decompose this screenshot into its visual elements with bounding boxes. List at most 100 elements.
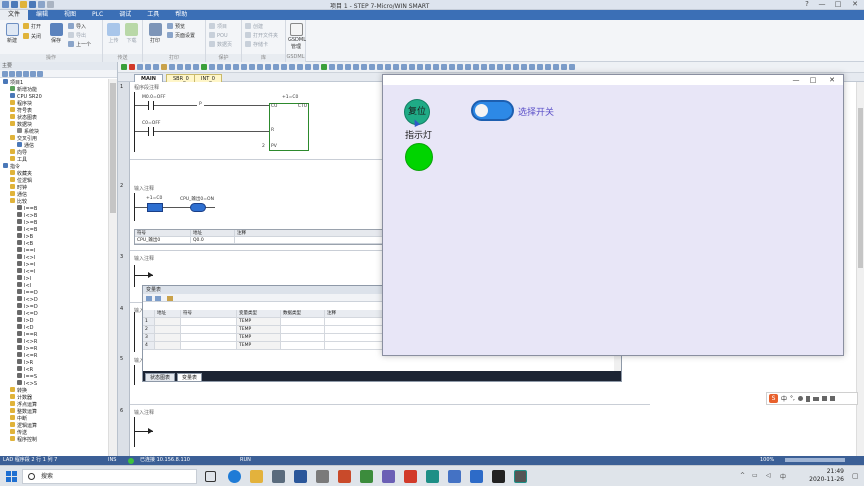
tree-item[interactable]: I<I [17,282,31,289]
ime-language[interactable]: 中 [781,394,787,403]
gsdml-manage-button[interactable]: GSDML 管理 [288,23,306,50]
editor-tool-icon[interactable] [473,64,479,70]
editor-tool-icon[interactable] [137,64,143,70]
editor-tool-icon[interactable] [209,64,215,70]
new-icon[interactable] [11,1,18,8]
print-button[interactable]: 打印 [147,23,163,44]
tree-item[interactable]: I<=I [17,268,35,275]
storage-card-button[interactable]: 存储卡 [245,41,268,48]
sogou-ime-icon[interactable]: S [769,394,778,403]
tree-item[interactable]: I>B [17,233,33,240]
tree-item[interactable]: I>=R [17,345,37,352]
maximize-button[interactable]: □ [806,76,820,84]
protect-pou-button[interactable]: POU [209,32,228,39]
network-icon[interactable]: ▭ [752,472,758,479]
tree-item[interactable]: I<=R [17,352,37,359]
tree-item[interactable]: 交叉引用 [10,135,37,142]
tree-item[interactable]: I==B [17,205,37,212]
toolbox-icon[interactable] [829,396,835,401]
tree-item[interactable]: CPU SR20 [10,93,42,100]
tree-item[interactable]: 计数器 [10,394,32,401]
tree-item[interactable]: I>=B [17,219,37,226]
energized-coil[interactable] [190,203,206,212]
tree-item[interactable]: 传送 [10,429,27,436]
variable-type-cell[interactable]: TEMP [237,342,281,349]
editor-tool-icon[interactable] [161,64,167,70]
previous-button[interactable]: 上一个 [68,41,91,48]
editor-tool-icon[interactable] [233,64,239,70]
tree-item[interactable]: 收藏夹 [10,170,32,177]
editor-tool-icon[interactable] [201,64,207,70]
close-button[interactable]: ✕ [825,76,839,84]
editor-tool-icon[interactable] [345,64,351,70]
editor-tool-icon[interactable] [217,64,223,70]
view-icon[interactable] [16,71,22,77]
microphone-icon[interactable] [805,395,810,402]
editor-tool-icon[interactable] [409,64,415,70]
table-cell[interactable] [181,326,237,333]
pv-value[interactable]: 2 [262,144,265,149]
tree-item[interactable]: I>=D [17,303,38,310]
page-setup-button[interactable]: 页面设置 [167,32,195,39]
collapse-icon[interactable] [9,71,15,77]
tree-item[interactable]: 项目1 [3,79,23,86]
task-view-icon[interactable] [205,471,216,482]
insert-row-icon[interactable] [146,296,152,301]
word-icon[interactable] [294,470,307,483]
tab-int0[interactable]: INT_0 [194,74,222,82]
tree-item[interactable]: 符号表 [10,107,32,114]
editor-tool-icon[interactable] [465,64,471,70]
editor-tool-icon[interactable] [393,64,399,70]
editor-tool-icon[interactable] [145,64,151,70]
editor-tool-icon[interactable] [561,64,567,70]
app-icon[interactable] [360,470,373,483]
tree-item[interactable]: 程序控制 [10,436,37,443]
editor-tool-icon[interactable] [249,64,255,70]
menu-help[interactable]: 帮助 [167,10,195,20]
tree-item[interactable]: I==R [17,331,37,338]
create-library-button[interactable]: 创建 [245,23,263,30]
table-cell[interactable] [181,318,237,325]
sort-icon[interactable] [37,71,43,77]
table-cell[interactable] [281,318,325,325]
tree-item[interactable]: I<=B [17,226,37,233]
app-icon[interactable] [448,470,461,483]
editor-tool-icon[interactable] [433,64,439,70]
tree-item[interactable]: 通信 [10,191,27,198]
expand-icon[interactable] [2,71,8,77]
address-cell[interactable] [155,334,181,341]
editor-tool-icon[interactable] [257,64,263,70]
editor-tool-icon[interactable] [337,64,343,70]
tree-item[interactable]: 转换 [10,387,27,394]
menu-debug[interactable]: 调试 [111,10,139,20]
editor-tool-icon[interactable] [369,64,375,70]
tree-item[interactable]: 时钟 [10,184,27,191]
taskbar-search[interactable]: 搜索 [22,469,197,484]
editor-tool-icon[interactable] [353,64,359,70]
keyboard-icon[interactable] [812,396,819,401]
nc-contact[interactable] [148,127,154,136]
tree-item[interactable]: 工具 [10,156,27,163]
no-contact[interactable] [148,101,154,110]
tree-item[interactable]: 数据块 [10,121,32,128]
tree-item[interactable]: I==I [17,247,35,254]
editor-tool-icon[interactable] [521,64,527,70]
editor-tool-icon[interactable] [425,64,431,70]
skin-icon[interactable] [821,396,827,401]
acrobat-icon[interactable] [404,470,417,483]
editor-tool-icon[interactable] [505,64,511,70]
tree-item[interactable]: I>I [17,275,31,282]
menu-plc[interactable]: PLC [84,10,111,20]
maximize-button[interactable]: □ [831,0,845,8]
editor-tool-icon[interactable] [329,64,335,70]
editor-tool-icon[interactable] [513,64,519,70]
energized-contact[interactable] [147,203,163,212]
table-cell[interactable] [181,342,237,349]
table-row[interactable]: CPU_输出0 Q0.0 [135,237,383,244]
tree-item[interactable]: 指令 [3,163,20,170]
app-icon[interactable] [492,470,505,483]
tab-main[interactable]: MAIN [134,74,163,82]
tree-item[interactable]: 新增功能 [10,86,37,93]
editor-tool-icon[interactable] [241,64,247,70]
editor-tool-icon[interactable] [481,64,487,70]
